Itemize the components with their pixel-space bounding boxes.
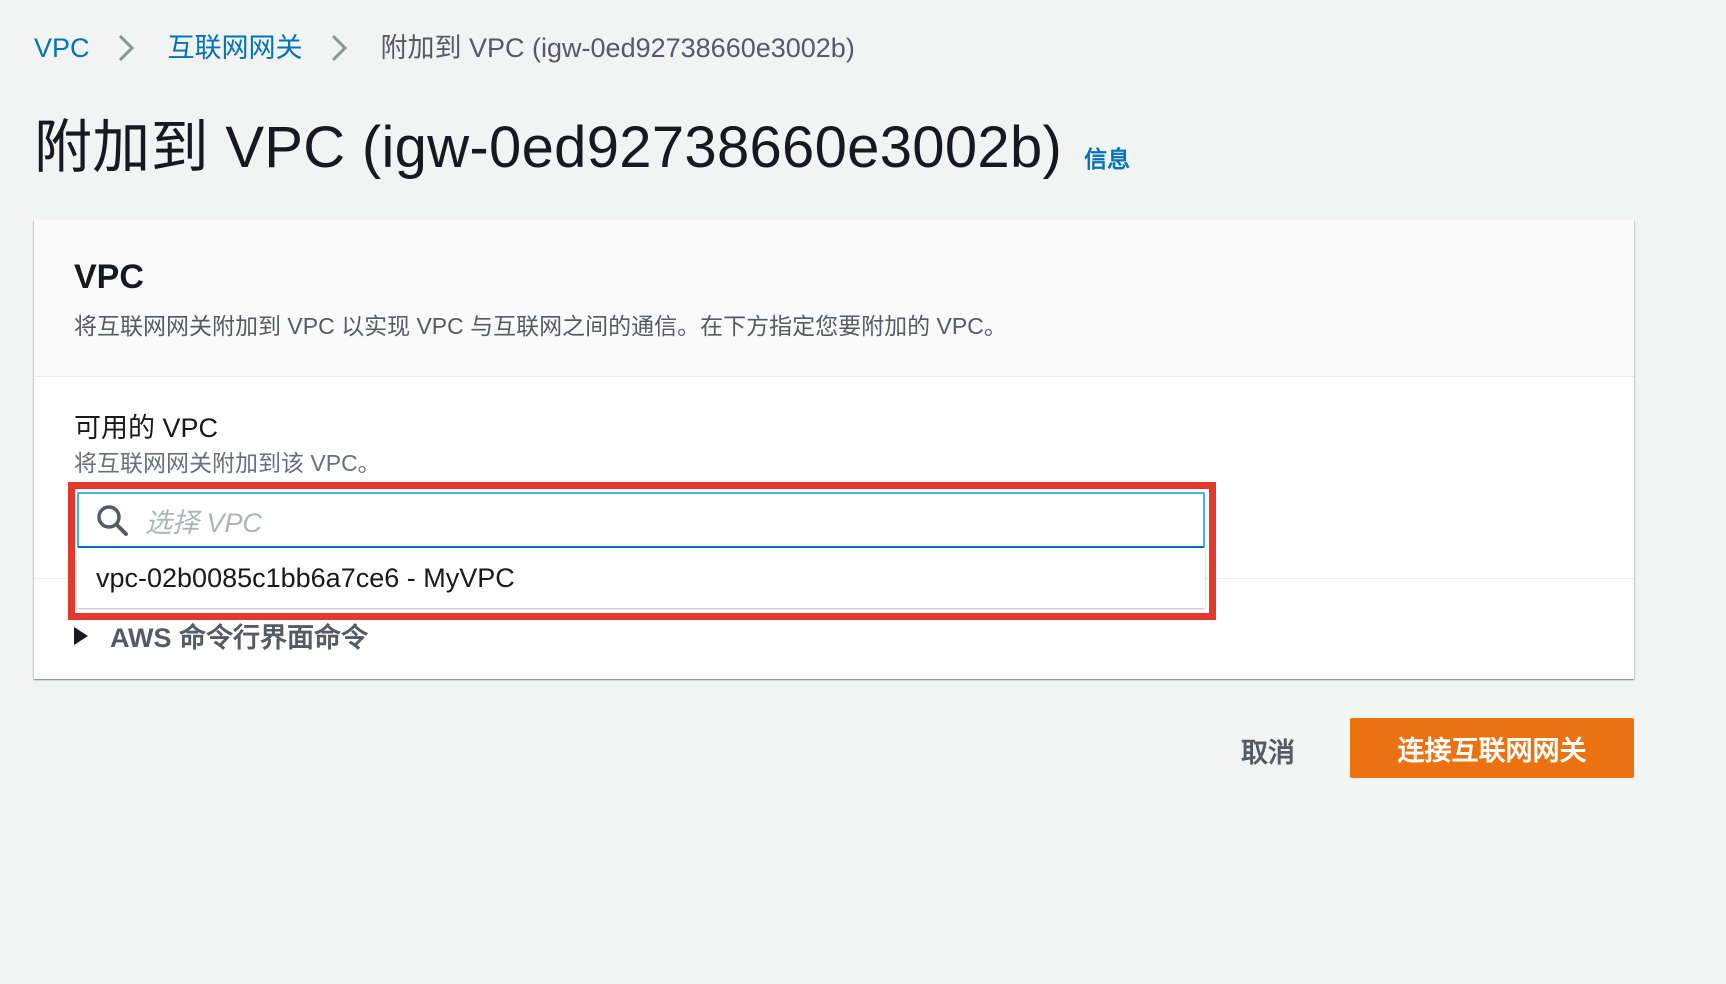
info-link[interactable]: 信息	[1084, 140, 1130, 174]
vpc-dropdown-list: vpc-02b0085c1bb6a7ce6 - MyVPC	[77, 548, 1205, 608]
page-header: 附加到 VPC (igw-0ed92738660e3002b) 信息	[34, 112, 1130, 184]
vpc-option[interactable]: vpc-02b0085c1bb6a7ce6 - MyVPC	[77, 548, 1205, 608]
chevron-right-icon	[118, 34, 134, 62]
container-description: 将互联网网关附加到 VPC 以实现 VPC 与互联网之间的通信。在下方指定您要附…	[74, 313, 1007, 339]
container-title: VPC	[74, 258, 144, 296]
container-header: VPC 将互联网网关附加到 VPC 以实现 VPC 与互联网之间的通信。在下方指…	[34, 220, 1634, 377]
cancel-button[interactable]: 取消	[1218, 720, 1318, 780]
vpc-select-input[interactable]: 选择 VPC	[77, 492, 1205, 548]
caret-right-icon	[74, 626, 88, 645]
search-icon	[95, 503, 129, 537]
breadcrumb-current: 附加到 VPC (igw-0ed92738660e3002b)	[380, 33, 855, 63]
breadcrumb: VPC 互联网网关 附加到 VPC (igw-0ed92738660e3002b…	[34, 30, 855, 66]
breadcrumb-item-vpc[interactable]: VPC	[34, 30, 90, 66]
chevron-right-icon	[331, 34, 347, 62]
vpc-select-placeholder: 选择 VPC	[145, 507, 263, 538]
cli-command-label: AWS 命令行界面命令	[110, 623, 369, 653]
page-title: 附加到 VPC (igw-0ed92738660e3002b)	[34, 115, 1063, 180]
vpc-container: VPC 将互联网网关附加到 VPC 以实现 VPC 与互联网之间的通信。在下方指…	[34, 220, 1634, 679]
attach-internet-gateway-button[interactable]: 连接互联网网关	[1350, 718, 1634, 778]
breadcrumb-item-internet-gateways[interactable]: 互联网网关	[168, 30, 303, 66]
page: VPC 互联网网关 附加到 VPC (igw-0ed92738660e3002b…	[0, 0, 1726, 984]
cli-command-expander[interactable]: AWS 命令行界面命令	[74, 616, 368, 655]
available-vpc-description: 将互联网网关附加到该 VPC。	[74, 450, 381, 476]
available-vpc-label: 可用的 VPC	[74, 413, 219, 443]
